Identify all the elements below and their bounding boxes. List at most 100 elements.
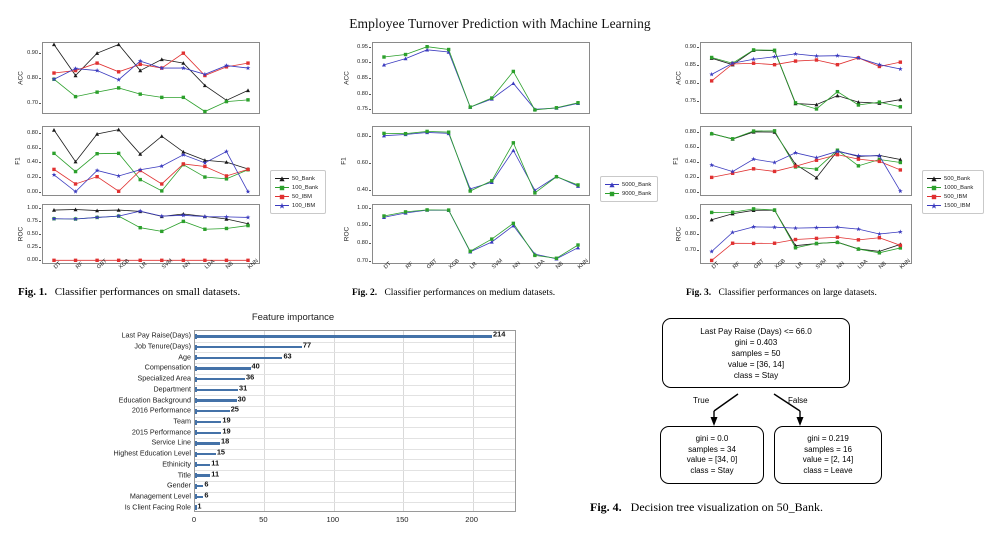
feature-importance-tick xyxy=(195,451,197,457)
fig2-legend-item[interactable]: 9000_Bank xyxy=(605,189,653,198)
fig1-f1-ytick: 0.20 xyxy=(27,174,41,181)
star-marker-icon xyxy=(927,202,941,209)
feature-importance-tick xyxy=(195,419,197,425)
feature-importance-value-label: 214 xyxy=(493,329,506,339)
fig3-acc-ytick: 0.90 xyxy=(685,44,699,51)
fig2-panel-roc: ROC 0.70 0.80 0.90 1.00 DT RF GBT XGB LR SVM NN LDA N… xyxy=(338,204,658,270)
feature-importance-xtick: 0 xyxy=(191,515,197,524)
feature-importance-tick xyxy=(195,494,197,500)
feature-importance-category-label: Job Tenure(Days) xyxy=(134,341,191,351)
feature-importance-gridline xyxy=(472,331,474,511)
feature-importance-hgridline xyxy=(195,502,515,504)
fig3-f1-ytick: 0.20 xyxy=(685,173,699,180)
triangle-marker-icon xyxy=(605,181,619,187)
feature-importance-tick xyxy=(195,473,197,479)
fig2-legend: 5000_Bank 9000_Bank xyxy=(600,176,658,202)
feature-importance-hgridline xyxy=(195,341,515,343)
feature-importance-tick xyxy=(195,365,197,371)
feature-importance-plot-area xyxy=(194,330,516,512)
fig1-acc-ytick: 0.70 xyxy=(27,99,41,106)
fig2-ylabel-roc: ROC xyxy=(343,226,351,242)
feature-importance-bar xyxy=(195,335,493,338)
figure-3-caption-text: Classifier performances on large dataset… xyxy=(718,288,877,298)
tree-right-line-1: gini = 0.219 xyxy=(807,434,849,443)
tree-right-line-4: class = Leave xyxy=(803,465,853,475)
fig2-roc-ytick: 1.00 xyxy=(357,204,371,211)
fig1-legend-label: 100_Bank xyxy=(292,184,319,191)
fig3-legend-label: 500_Bank xyxy=(944,175,971,182)
fig2-legend-label: 9000_Bank xyxy=(622,190,652,197)
feature-importance-category-label: Title xyxy=(177,470,191,480)
tree-node-root: Last Pay Raise (Days) <= 66.0 gini = 0.4… xyxy=(662,318,850,388)
fig1-legend-label: 50_Bank xyxy=(292,175,315,182)
feature-importance-category-label: Team xyxy=(173,416,191,426)
feature-importance-tick xyxy=(195,462,197,468)
fig3-roc-ytick: 0.90 xyxy=(685,214,699,221)
feature-importance-category-label: Management Level xyxy=(129,491,191,501)
fig3-ylabel-roc: ROC xyxy=(675,226,683,242)
square-marker-icon xyxy=(927,185,941,190)
figure-2-classifier-medium: ACC 0.75 0.80 0.85 0.90 0.95 F1 0.40 0.60 0.80 ROC… xyxy=(338,42,658,280)
fig2-acc-ytick: 0.85 xyxy=(357,75,371,81)
feature-importance-hgridline xyxy=(195,448,515,450)
fig1-acc-ytick: 0.90 xyxy=(27,50,41,57)
feature-importance-tick xyxy=(195,408,197,414)
feature-importance-value-label: 19 xyxy=(222,426,231,436)
feature-importance-xtick: 50 xyxy=(259,515,268,524)
fig3-panel-acc: ACC 0.75 0.80 0.85 0.90 xyxy=(668,42,994,114)
fig1-legend-item[interactable]: 100_IBM xyxy=(275,201,321,210)
feature-importance-tick xyxy=(195,430,197,436)
figure-1-caption-label: Fig. 1. xyxy=(18,286,48,298)
fig1-ylabel-roc: ROC xyxy=(17,226,25,242)
feature-importance-xtick: 150 xyxy=(395,515,409,524)
fig3-series-acc xyxy=(709,48,903,111)
feature-importance-hgridline xyxy=(195,480,515,482)
fig2-acc-ytick: 0.90 xyxy=(357,59,371,66)
feature-importance-chart: Feature importance Last Pay Raise(Days) 2… xyxy=(58,312,528,530)
feature-importance-hgridline xyxy=(195,470,515,472)
tree-root-line-5: class = Stay xyxy=(733,370,779,380)
fig2-roc-ytick: 0.70 xyxy=(357,258,371,265)
fig3-roc-ytick: 0.80 xyxy=(685,231,699,237)
tree-root-line-2: gini = 0.403 xyxy=(734,337,778,347)
fig1-acc-ytick: 0.80 xyxy=(27,75,41,81)
square-marker-icon xyxy=(605,191,619,196)
feature-importance-value-label: 63 xyxy=(283,351,292,361)
feature-importance-bar xyxy=(195,431,222,434)
feature-importance-category-label: Last Pay Raise(Days) xyxy=(121,330,191,340)
feature-importance-value-label: 40 xyxy=(251,361,260,371)
fig3-series-roc xyxy=(709,207,903,263)
fig1-series-f1 xyxy=(51,127,251,194)
tree-node-left-leaf: gini = 0.0 samples = 34 value = [34, 0] … xyxy=(660,426,764,484)
feature-importance-tick xyxy=(195,333,197,339)
fig1-series-acc xyxy=(51,42,251,114)
fig3-acc-ytick: 0.80 xyxy=(685,80,699,87)
feature-importance-value-label: 36 xyxy=(245,372,255,382)
feature-importance-category-label: 2016 Performance xyxy=(131,405,191,415)
fig2-ylabel-f1: F1 xyxy=(340,157,348,165)
feature-importance-bar xyxy=(195,442,220,445)
fig3-f1-ytick: 0.40 xyxy=(685,158,699,165)
fig2-ylabel-acc: ACC xyxy=(343,71,351,85)
fig3-f1-ytick: 0.80 xyxy=(685,128,699,135)
fig3-roc-ytick: 0.70 xyxy=(685,247,699,254)
feature-importance-tick xyxy=(195,398,197,404)
fig2-panel-acc: ACC 0.75 0.80 0.85 0.90 0.95 xyxy=(338,42,658,114)
fig1-f1-ytick: 0.60 xyxy=(27,144,41,151)
feature-importance-category-label: Ethinicity xyxy=(162,459,191,469)
fig2-f1-ytick: 0.80 xyxy=(357,133,371,140)
fig1-ylabel-acc: ACC xyxy=(17,71,25,85)
feature-importance-hgridline xyxy=(195,405,515,407)
figure-4-caption: Fig. 4. Decision tree visualization on 5… xyxy=(590,500,823,515)
tree-left-line-3: value = [34, 0] xyxy=(686,455,738,464)
fig3-legend-label: 500_IBM xyxy=(944,193,968,200)
fig2-acc-ytick: 0.75 xyxy=(357,106,371,113)
decision-tree-figure: Last Pay Raise (Days) <= 66.0 gini = 0.4… xyxy=(640,316,910,492)
feature-importance-value-label: 6 xyxy=(204,490,209,500)
fig3-legend-item[interactable]: 1500_IBM xyxy=(927,201,979,210)
feature-importance-value-label: 1 xyxy=(197,501,202,511)
fig1-ylabel-f1: F1 xyxy=(14,157,22,165)
feature-importance-gridline xyxy=(333,331,335,511)
feature-importance-hgridline xyxy=(195,416,515,418)
feature-importance-hgridline xyxy=(195,491,515,493)
